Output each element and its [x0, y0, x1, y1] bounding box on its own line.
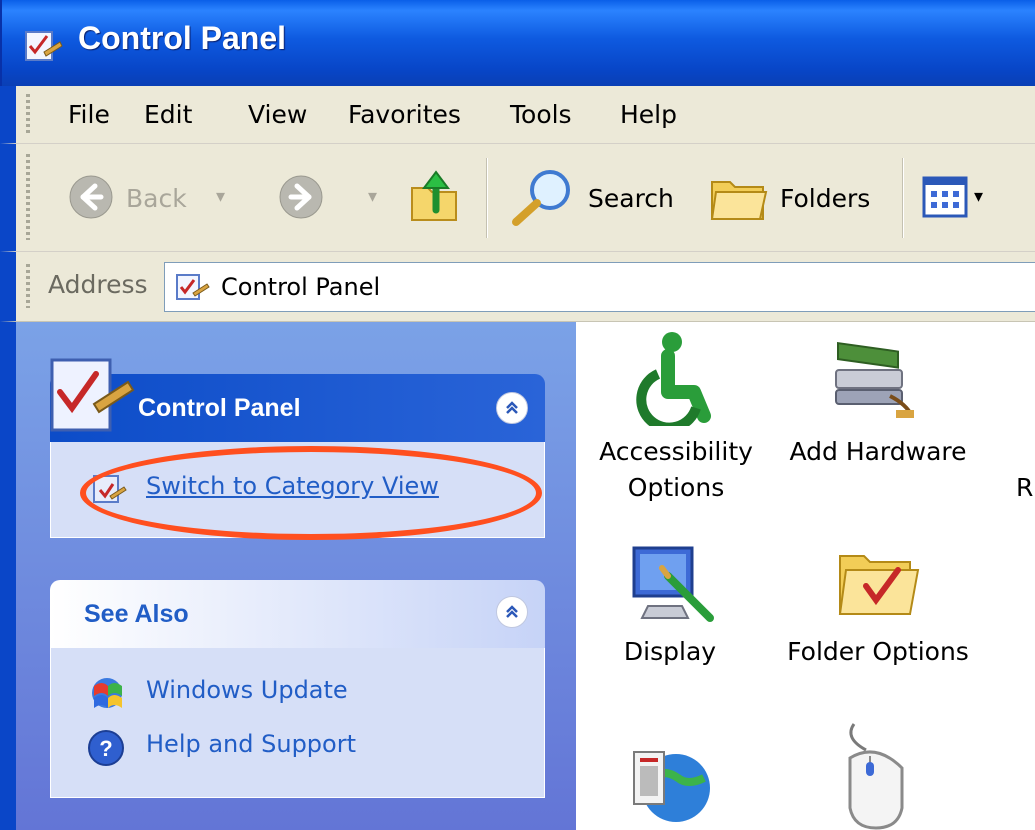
svg-text:?: ?: [99, 736, 112, 761]
collapse-chevron-icon[interactable]: [496, 392, 528, 424]
display-icon[interactable]: [628, 540, 718, 626]
accessibility-icon[interactable]: [628, 330, 718, 426]
control-panel-icon: [25, 31, 63, 61]
toolbar-separator: [486, 158, 488, 238]
collapse-chevron-icon[interactable]: [496, 596, 528, 628]
menu-tools[interactable]: Tools: [504, 96, 578, 133]
help-icon[interactable]: ?: [86, 728, 126, 768]
forward-arrow-icon[interactable]: [278, 174, 324, 220]
item-label-line1: R: [1016, 473, 1034, 502]
menu-bar: File Edit View Favorites Tools Help: [0, 86, 1035, 144]
search-icon[interactable]: [508, 166, 578, 228]
address-input[interactable]: Control Panel: [164, 262, 1035, 312]
back-dropdown-icon[interactable]: ▾: [216, 186, 225, 207]
folders-label[interactable]: Folders: [780, 184, 870, 213]
item-label-line1: Accessibility: [599, 437, 753, 466]
up-folder-icon[interactable]: [408, 166, 462, 226]
views-icon[interactable]: [922, 176, 968, 218]
mouse-icon[interactable]: [836, 722, 916, 830]
folder-options-item[interactable]: Folder Options: [778, 634, 978, 670]
item-label-line1: Display: [623, 637, 717, 666]
see-also-panel-title[interactable]: See Also: [84, 600, 189, 629]
address-value: Control Panel: [221, 273, 381, 301]
control-panel-icon: [176, 274, 210, 300]
highlight-ellipse: [80, 446, 542, 540]
search-label[interactable]: Search: [588, 184, 674, 213]
forward-dropdown-icon[interactable]: ▾: [368, 186, 377, 207]
item-label-line1: Folder Options: [787, 637, 969, 666]
item-label-line2: Options: [627, 473, 725, 502]
menu-favorites[interactable]: Favorites: [342, 96, 467, 133]
views-dropdown-icon[interactable]: ▾: [974, 186, 983, 207]
folder-options-icon[interactable]: [832, 540, 924, 622]
menu-view[interactable]: View: [242, 96, 313, 133]
toolbar-separator-2: [902, 158, 904, 238]
network-icon[interactable]: [624, 730, 716, 830]
menu-file[interactable]: File: [62, 96, 116, 133]
help-and-support-link[interactable]: Help and Support: [146, 730, 356, 758]
back-arrow-icon[interactable]: [68, 174, 114, 220]
toolbar: Back ▾ ▾ Search Folders ▾: [0, 144, 1035, 252]
menu-edit[interactable]: Edit: [138, 96, 198, 133]
item-label-line1: Add Hardware: [789, 437, 967, 466]
accessibility-options-item[interactable]: Accessibility Options: [596, 434, 756, 506]
back-label[interactable]: Back: [126, 184, 187, 213]
windows-update-icon[interactable]: [86, 672, 128, 714]
add-hardware-item[interactable]: Add Hardware: [778, 434, 978, 470]
title-bar[interactable]: Control Panel: [0, 0, 1035, 86]
toolbar-grip[interactable]: [26, 154, 30, 240]
control-panel-large-icon: [50, 358, 135, 432]
display-item[interactable]: Display: [610, 634, 730, 670]
menu-help[interactable]: Help: [614, 96, 683, 133]
address-label: Address: [48, 270, 148, 299]
address-grip[interactable]: [26, 264, 30, 308]
window-title: Control Panel: [78, 20, 287, 56]
cut-off-item[interactable]: R: [1016, 470, 1035, 506]
menu-grip[interactable]: [26, 94, 30, 134]
control-panel-panel-title[interactable]: Control Panel: [138, 394, 301, 423]
see-also-panel-body: [50, 648, 545, 798]
add-hardware-icon[interactable]: [830, 330, 920, 420]
folders-icon[interactable]: [706, 170, 772, 226]
windows-update-link[interactable]: Windows Update: [146, 676, 348, 704]
